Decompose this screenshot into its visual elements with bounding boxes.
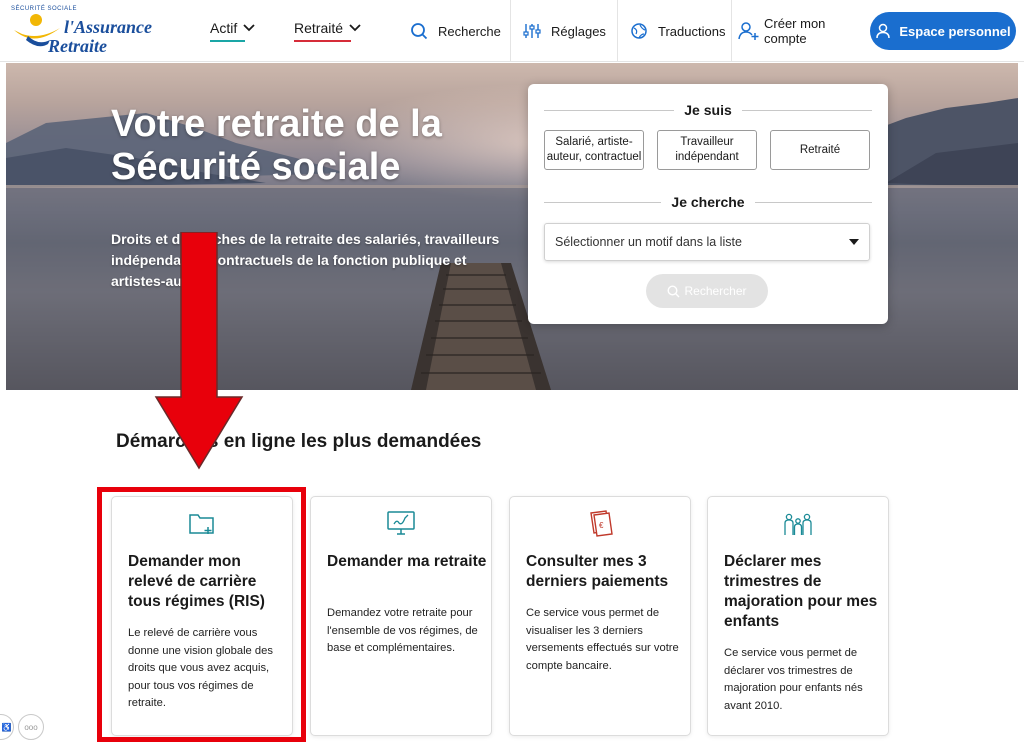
card-title: Consulter mes 3 derniers paiements (526, 553, 669, 590)
card-demander-retraite[interactable]: Demander ma retraite Demandez votre retr… (310, 496, 492, 736)
create-account-label: Créer mon compte (764, 16, 826, 46)
hero-title: Votre retraite de la Sécurité sociale (111, 103, 442, 188)
profile-independant-button[interactable]: Travailleur indépendant (657, 130, 757, 170)
red-arrow-annotation (154, 232, 244, 470)
nav-tab-underline (294, 40, 352, 42)
nav-tab-actif[interactable]: Actif (210, 20, 255, 42)
card-title: Déclarer mes trimestres de majoration po… (724, 553, 878, 630)
chevron-down-icon (349, 24, 361, 32)
settings-label: Réglages (551, 23, 606, 39)
motif-select[interactable]: Sélectionner un motif dans la liste (544, 223, 870, 261)
i-search-heading-text: Je cherche (671, 194, 745, 210)
site-header: SÉCURITÉ SOCIALE l'Assurance Retraite Ac… (0, 0, 1024, 62)
profile-salarie-button[interactable]: Salarié, artiste-auteur, contractuel (544, 130, 644, 170)
search-label: Recherche (438, 23, 501, 39)
settings-button[interactable]: Réglages (510, 0, 617, 62)
computer-signature-icon (387, 511, 415, 535)
nav-tab-label: Retraité (294, 20, 344, 36)
nav-tab-underline (210, 40, 246, 42)
accessibility-icon[interactable]: ♿ (0, 714, 14, 740)
card-title: Demander ma retraite (327, 553, 487, 570)
globe-icon (631, 23, 647, 39)
caret-down-icon (849, 239, 859, 245)
logo-line2: Retraite (48, 36, 107, 56)
card-description: Ce service vous permet de visualiser les… (526, 607, 679, 672)
i-search-heading: Je cherche (544, 194, 872, 210)
personal-space-label: Espace personnel (899, 23, 1011, 39)
red-highlight-box (97, 487, 306, 742)
translations-label: Traductions (658, 23, 726, 39)
nav-tab-retraite[interactable]: Retraité (294, 20, 361, 42)
i-am-heading-text: Je suis (684, 102, 732, 118)
chevron-down-icon (243, 24, 255, 32)
more-options-icon[interactable]: ooo (18, 714, 44, 740)
rechercher-button[interactable]: Rechercher (646, 274, 768, 308)
motif-select-placeholder: Sélectionner un motif dans la liste (555, 235, 742, 249)
profile-search-panel: Je suis Salarié, artiste-auteur, contrac… (528, 84, 888, 324)
i-am-heading: Je suis (544, 102, 872, 118)
euro-document-icon: € (590, 510, 613, 537)
rechercher-label: Rechercher (684, 284, 747, 298)
sliders-icon (523, 24, 541, 38)
search-icon (411, 23, 428, 40)
card-description: Ce service vous permet de déclarer vos t… (724, 647, 863, 712)
floating-tools: ♿ ooo (0, 714, 44, 740)
card-trimestres-enfants[interactable]: Déclarer mes trimestres de majoration po… (707, 496, 889, 736)
user-plus-icon (738, 22, 759, 40)
translations-button[interactable]: Traductions (617, 0, 731, 62)
user-icon (876, 23, 891, 39)
search-icon (667, 284, 680, 297)
svg-text:€: € (599, 521, 604, 530)
create-account-button[interactable]: Créer mon compte (731, 0, 864, 62)
card-description: Demandez votre retraite pour l'ensemble … (327, 607, 478, 654)
search-button[interactable]: Recherche (398, 0, 510, 62)
logo-line1: l'Assurance (64, 17, 153, 37)
profile-retraite-button[interactable]: Retraité (770, 130, 870, 170)
assurance-retraite-logo[interactable]: SÉCURITÉ SOCIALE l'Assurance Retraite (8, 4, 158, 58)
card-derniers-paiements[interactable]: € Consulter mes 3 derniers paiements Ce … (509, 496, 691, 736)
family-icon (784, 513, 812, 535)
personal-space-button[interactable]: Espace personnel (870, 12, 1016, 50)
nav-tab-label: Actif (210, 20, 238, 36)
